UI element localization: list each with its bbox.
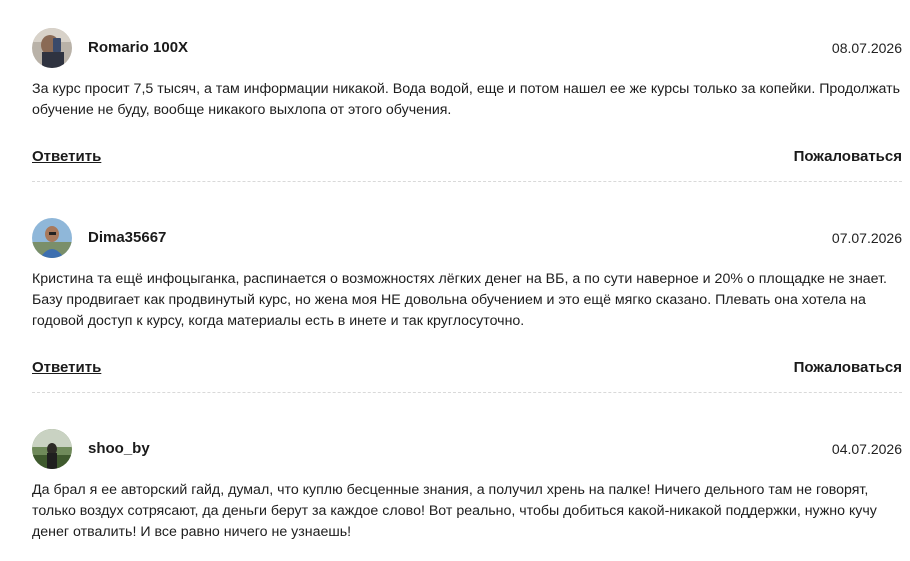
comment-header: Dima35667 07.07.2026 xyxy=(32,218,902,258)
divider xyxy=(32,181,902,182)
comment-actions: Ответить Пожаловаться xyxy=(32,148,902,170)
comment-author[interactable]: Romario 100X xyxy=(88,39,188,57)
comment-item: Romario 100X 08.07.2026 За курс просит 7… xyxy=(32,28,902,121)
comment-item: shoo_by 04.07.2026 Да брал я ее авторски… xyxy=(32,429,902,543)
comment-text: Да брал я ее авторский гайд, думал, что … xyxy=(32,482,877,540)
comment-header: shoo_by 04.07.2026 xyxy=(32,429,902,469)
avatar[interactable] xyxy=(32,28,72,68)
comment-author[interactable]: Dima35667 xyxy=(88,229,166,247)
comment-text: За курс просит 7,5 тысяч, а там информац… xyxy=(32,81,900,118)
avatar[interactable] xyxy=(32,218,72,258)
reply-button[interactable]: Ответить xyxy=(32,359,101,376)
avatar[interactable] xyxy=(32,429,72,469)
comment-author[interactable]: shoo_by xyxy=(88,440,150,458)
comment-date: 08.07.2026 xyxy=(831,40,902,56)
divider xyxy=(32,392,902,393)
comment-item: Dima35667 07.07.2026 Кристина та ещё инф… xyxy=(32,218,902,332)
report-button[interactable]: Пожаловаться xyxy=(794,148,902,165)
reply-button[interactable]: Ответить xyxy=(32,148,101,165)
comment-text: Кристина та ещё инфоцыганка, распинается… xyxy=(32,271,887,329)
comment-header: Romario 100X 08.07.2026 xyxy=(32,28,902,68)
comment-actions: Ответить Пожаловаться xyxy=(32,359,902,381)
comment-date: 04.07.2026 xyxy=(831,441,902,457)
comment-date: 07.07.2026 xyxy=(831,230,902,246)
report-button[interactable]: Пожаловаться xyxy=(794,359,902,376)
